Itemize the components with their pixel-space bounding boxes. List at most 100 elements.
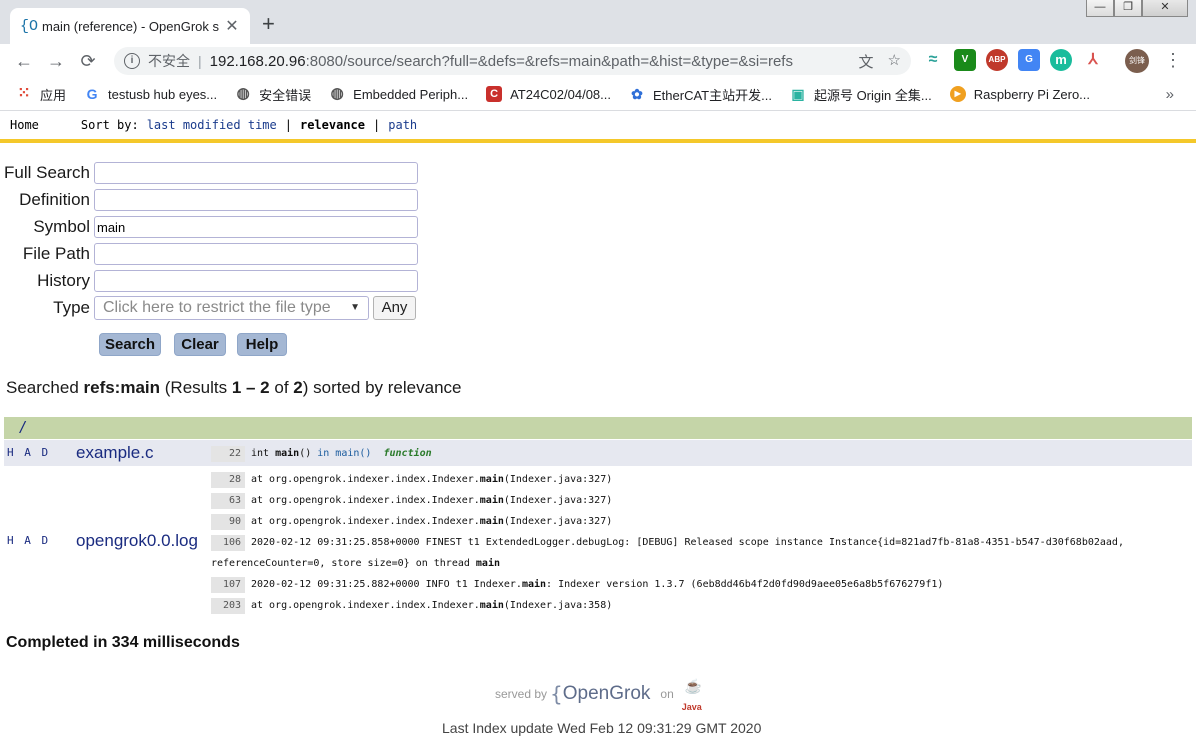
summary-results-open: (Results	[160, 378, 232, 397]
bookmark-label: Embedded Periph...	[353, 86, 469, 102]
header-divider	[0, 139, 1196, 143]
address-bar[interactable]: i 不安全 | 192.168.20.96:8080/source/search…	[114, 47, 911, 75]
play-icon: ▶	[949, 86, 966, 102]
line-number[interactable]: 22	[211, 446, 245, 462]
back-button[interactable]: ←	[8, 51, 40, 72]
browser-tab-strip: {O main (reference) - OpenGrok s ✕ + — ❐…	[0, 0, 1196, 44]
code-line[interactable]: 203 at org.opengrok.indexer.index.Indexer…	[211, 598, 612, 614]
sort-relevance-current: relevance	[299, 118, 366, 132]
result-directory-bar: /	[4, 417, 1192, 439]
code-text: (Indexer.java:327)	[503, 516, 613, 527]
code-text: 2020-02-12 09:31:25.858+0000 FINEST t1 E…	[251, 537, 1124, 548]
bookmark-embedded-periph[interactable]: ◍ Embedded Periph...	[329, 86, 468, 102]
match-highlight: main	[479, 600, 504, 611]
m-icon[interactable]: m	[1050, 49, 1072, 71]
line-number[interactable]: 107	[211, 577, 245, 593]
bookmark-star-icon[interactable]: ☆	[888, 51, 901, 72]
scope-ref[interactable]: in main()	[317, 448, 371, 459]
csdn-icon: C	[486, 86, 503, 102]
reload-button[interactable]: ⟳	[72, 51, 104, 72]
code-line[interactable]: 106 2020-02-12 09:31:25.858+0000 FINEST t…	[211, 535, 1124, 551]
any-button[interactable]: Any	[373, 296, 416, 320]
summary-query: refs:main	[83, 378, 161, 397]
minimize-button[interactable]: —	[1086, 0, 1114, 17]
bookmark-origin[interactable]: ▣ 起源号 Origin 全集...	[790, 85, 932, 104]
java-logo-icon: ☕ Java	[682, 676, 704, 712]
bookmark-at24c02[interactable]: C AT24C02/04/08...	[486, 86, 611, 102]
help-button[interactable]: Help	[237, 333, 287, 356]
symbol-input[interactable]	[94, 216, 418, 238]
extensions-area: ≈ V ABP G m ⅄	[922, 49, 1104, 71]
search-button[interactable]: Search	[99, 333, 161, 356]
globe-icon: ◍	[236, 85, 250, 102]
history-annotate-download-links[interactable]: H A D	[7, 534, 50, 547]
bookmark-apps[interactable]: ⁙ 应用	[16, 85, 66, 104]
vim-icon[interactable]: V	[954, 49, 976, 71]
restore-button[interactable]: ❐	[1114, 0, 1142, 17]
new-tab-button[interactable]: +	[262, 12, 275, 36]
url-host: 192.168.20.96	[209, 52, 306, 70]
home-link[interactable]: Home	[10, 118, 39, 132]
sort-path-link[interactable]: path	[388, 118, 417, 132]
history-annotate-download-links[interactable]: H A D	[7, 446, 50, 459]
code-text: at org.opengrok.indexer.index.Indexer.	[251, 600, 480, 611]
results-summary: Searched refs:main (Results 1 – 2 of 2) …	[6, 378, 461, 398]
sort-by-label: Sort by:	[80, 118, 139, 132]
served-by-badge[interactable]: served by { OpenGrok on ☕ Java	[495, 674, 704, 714]
bookmark-label: 起源号 Origin 全集...	[813, 87, 932, 103]
bookmark-label: EtherCAT主站开发...	[653, 87, 772, 103]
browser-menu-icon[interactable]: ⋮	[1164, 50, 1182, 71]
bookmark-raspberry-pi[interactable]: ▶ Raspberry Pi Zero...	[949, 86, 1090, 102]
tab-title: main (reference) - OpenGrok s	[42, 18, 220, 34]
line-number[interactable]: 106	[211, 535, 245, 551]
type-row: Type Click here to restrict the file typ…	[0, 296, 420, 320]
definition-row: Definition	[0, 188, 420, 212]
code-line[interactable]: 22 int main() in main() function	[211, 446, 432, 462]
code-text: at org.opengrok.indexer.index.Indexer.	[251, 516, 480, 527]
wave-icon[interactable]: ≈	[922, 49, 944, 71]
bookmark-label: 安全错误	[259, 87, 312, 103]
line-number[interactable]: 63	[211, 493, 245, 509]
code-line[interactable]: 28 at org.opengrok.indexer.index.Indexer.…	[211, 472, 612, 488]
line-number[interactable]: 90	[211, 514, 245, 530]
file-link[interactable]: opengrok0.0.log	[76, 531, 198, 551]
nav-separator: |	[284, 118, 292, 132]
browser-tab[interactable]: {O main (reference) - OpenGrok s ✕	[10, 8, 250, 44]
bookmarks-overflow-icon[interactable]: »	[1166, 86, 1174, 103]
forward-button[interactable]: →	[40, 51, 72, 72]
site-info-icon[interactable]: i	[124, 53, 140, 69]
clear-button[interactable]: Clear	[174, 333, 226, 356]
tab-close-icon[interactable]: ✕	[224, 16, 240, 36]
apps-icon: ⁙	[17, 85, 31, 102]
avatar[interactable]: 剑锋	[1125, 49, 1149, 73]
sort-last-modified-link[interactable]: last modified time	[147, 118, 277, 132]
summary-range: 1 – 2	[231, 378, 270, 397]
match-highlight: main	[475, 558, 500, 569]
translate-ext-icon[interactable]: G	[1018, 49, 1040, 71]
pdf-icon[interactable]: ⅄	[1082, 49, 1104, 71]
code-line-continued: referenceCounter=0, store size=0} on thr…	[211, 556, 500, 572]
history-input[interactable]	[94, 270, 418, 292]
bookmark-ethercat[interactable]: ✿ EtherCAT主站开发...	[629, 85, 772, 104]
bookmark-testusb[interactable]: G testusb hub eyes...	[84, 86, 218, 102]
paw-icon: ✿	[631, 86, 643, 102]
abp-icon[interactable]: ABP	[986, 49, 1008, 71]
file-path-input[interactable]	[94, 243, 418, 265]
full-search-input[interactable]	[94, 162, 418, 184]
file-type-select[interactable]: Click here to restrict the file type ▼	[94, 296, 369, 320]
code-line[interactable]: 107 2020-02-12 09:31:25.882+0000 INFO t1 …	[211, 577, 943, 593]
history-row: History	[0, 269, 420, 293]
code-line[interactable]: 90 at org.opengrok.indexer.index.Indexer.…	[211, 514, 612, 530]
line-number[interactable]: 28	[211, 472, 245, 488]
translate-icon[interactable]: 文	[859, 51, 874, 72]
java-label: Java	[681, 702, 702, 712]
file-link[interactable]: example.c	[76, 443, 153, 463]
globe-icon: ◍	[330, 85, 344, 102]
definition-input[interactable]	[94, 189, 418, 211]
close-window-button[interactable]: ✕	[1142, 0, 1188, 17]
directory-link[interactable]: /	[20, 417, 25, 439]
line-number[interactable]: 203	[211, 598, 245, 614]
code-line[interactable]: 63 at org.opengrok.indexer.index.Indexer.…	[211, 493, 612, 509]
bookmark-security-error[interactable]: ◍ 安全错误	[235, 85, 312, 104]
served-by-label: served by	[495, 687, 548, 701]
